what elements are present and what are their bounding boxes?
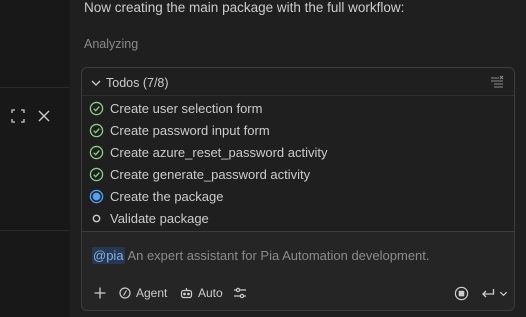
model-picker-button[interactable]: Auto	[180, 283, 223, 303]
todo-label: Validate package	[110, 210, 209, 226]
agent-description: An expert assistant for Pia Automation d…	[124, 248, 430, 263]
progress-circle-icon	[88, 188, 104, 204]
close-icon[interactable]	[36, 108, 52, 124]
todo-item: Create password input form	[88, 119, 328, 141]
todos-panel: Todos (7/8) Create user selection form C…	[81, 67, 515, 233]
send-icon[interactable]	[481, 283, 495, 303]
chevron-down-icon[interactable]	[90, 76, 102, 88]
check-circle-icon	[88, 122, 104, 138]
todo-label: Create the package	[110, 188, 224, 204]
assistant-message: Now creating the main package with the f…	[84, 0, 405, 15]
robot-icon	[180, 287, 193, 299]
pending-circle-icon	[88, 210, 104, 226]
todo-item: Create azure_reset_password activity	[88, 141, 328, 163]
check-circle-icon	[88, 144, 104, 160]
status-text: Analyzing	[84, 37, 139, 51]
input-toolbar: Agent Auto	[90, 283, 508, 303]
todo-label: Create user selection form	[110, 100, 263, 116]
stop-icon[interactable]	[454, 283, 469, 303]
todo-item: Create the package	[88, 185, 328, 207]
agent-label: Agent	[136, 286, 168, 300]
divider	[0, 230, 70, 231]
fullscreen-icon[interactable]	[10, 108, 26, 124]
agent-icon	[119, 287, 131, 299]
check-circle-icon	[88, 100, 104, 116]
todo-label: Create generate_password activity	[110, 166, 311, 182]
input-placeholder[interactable]: @pia An expert assistant for Pia Automat…	[92, 247, 430, 264]
todo-item: Create user selection form	[88, 97, 328, 119]
todo-list: Create user selection form Create passwo…	[88, 97, 328, 229]
todos-title: Todos (7/8)	[106, 76, 169, 90]
todo-label: Create password input form	[110, 122, 270, 138]
plus-icon[interactable]	[94, 283, 106, 303]
tools-icon[interactable]	[233, 283, 247, 303]
divider	[0, 87, 70, 88]
agent-mention: @pia	[92, 247, 125, 264]
clear-all-icon[interactable]	[490, 75, 504, 89]
chat-panel: Now creating the main package with the f…	[70, 0, 526, 317]
todo-item: Validate package	[88, 207, 328, 229]
chevron-down-icon[interactable]	[499, 283, 508, 303]
auto-label: Auto	[198, 286, 223, 300]
todo-item: Create generate_password activity	[88, 163, 328, 185]
left-panel	[0, 0, 70, 317]
todo-label: Create azure_reset_password activity	[110, 144, 328, 160]
agent-mode-button[interactable]: Agent	[119, 283, 167, 303]
todos-header[interactable]: Todos (7/8)	[82, 68, 514, 96]
check-circle-icon	[88, 166, 104, 182]
chat-input[interactable]: @pia An expert assistant for Pia Automat…	[81, 231, 515, 311]
